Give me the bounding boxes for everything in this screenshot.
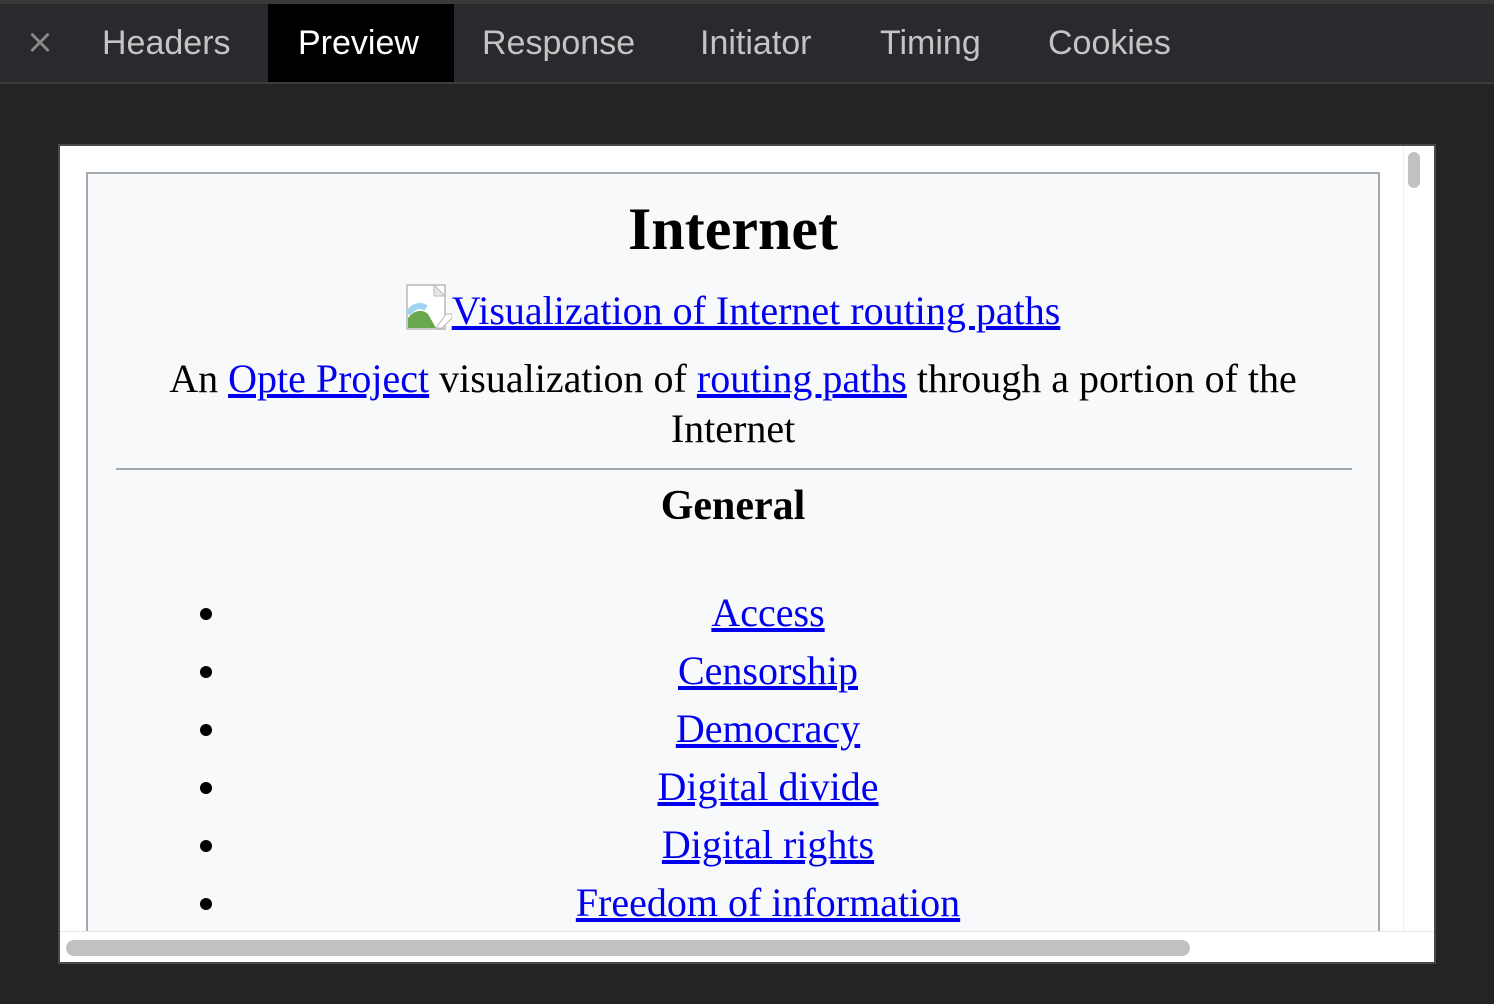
horizontal-scrollbar[interactable] [60, 931, 1434, 962]
bullet-icon [200, 724, 212, 736]
tab-timing[interactable]: Timing [850, 4, 1011, 82]
tab-preview[interactable]: Preview [268, 4, 454, 82]
caption-text-prefix: An [169, 356, 229, 401]
close-icon[interactable]: × [20, 22, 60, 62]
tab-headers[interactable]: Headers [72, 4, 261, 82]
horizontal-scrollbar-thumb[interactable] [66, 940, 1190, 956]
section-title-general: General [660, 483, 806, 529]
list-link-digital-rights[interactable]: Digital rights [662, 822, 874, 867]
list-item: Digital rights [88, 816, 1378, 874]
bullet-icon [200, 840, 212, 852]
bullet-icon [200, 608, 212, 620]
opte-project-link[interactable]: Opte Project [228, 356, 429, 401]
routing-paths-link[interactable]: routing paths [697, 356, 907, 401]
bullet-icon [200, 666, 212, 678]
caption-text-middle: visualization of [429, 356, 697, 401]
list-item: Freedom of information [88, 874, 1378, 932]
list-item: Digital divide [88, 758, 1378, 816]
list-link-democracy[interactable]: Democracy [676, 706, 860, 751]
infobox-image-row: Visualization of Internet routing paths [88, 283, 1378, 336]
list-link-freedom-of-information[interactable]: Freedom of information [576, 880, 960, 925]
list-item: Access [88, 584, 1378, 642]
vertical-scrollbar[interactable] [1403, 146, 1434, 932]
tab-cookies[interactable]: Cookies [1018, 4, 1201, 82]
list-link-censorship[interactable]: Censorship [678, 648, 858, 693]
infobox-caption: An Opte Project visualization of routing… [128, 354, 1338, 454]
tab-response[interactable]: Response [452, 4, 665, 82]
list-link-access[interactable]: Access [711, 590, 824, 635]
vertical-scrollbar-thumb[interactable] [1408, 152, 1420, 188]
bullet-icon [200, 782, 212, 794]
broken-image-icon[interactable] [405, 283, 453, 330]
divider [116, 468, 1352, 470]
list-item: Censorship [88, 642, 1378, 700]
infobox: Internet Visualization of Internet routi… [86, 172, 1380, 962]
list-item: Democracy [88, 700, 1378, 758]
list-link-digital-divide[interactable]: Digital divide [657, 764, 878, 809]
devtools-tabbar: × Headers Preview Response Initiator Tim… [0, 0, 1494, 84]
general-list: Access Censorship Democracy Digital divi… [88, 584, 1378, 932]
preview-frame: Internet Visualization of Internet routi… [58, 144, 1436, 964]
tab-initiator[interactable]: Initiator [670, 4, 842, 82]
bullet-icon [200, 898, 212, 910]
image-link[interactable]: Visualization of Internet routing paths [452, 288, 1061, 333]
infobox-title: Internet [628, 196, 838, 262]
